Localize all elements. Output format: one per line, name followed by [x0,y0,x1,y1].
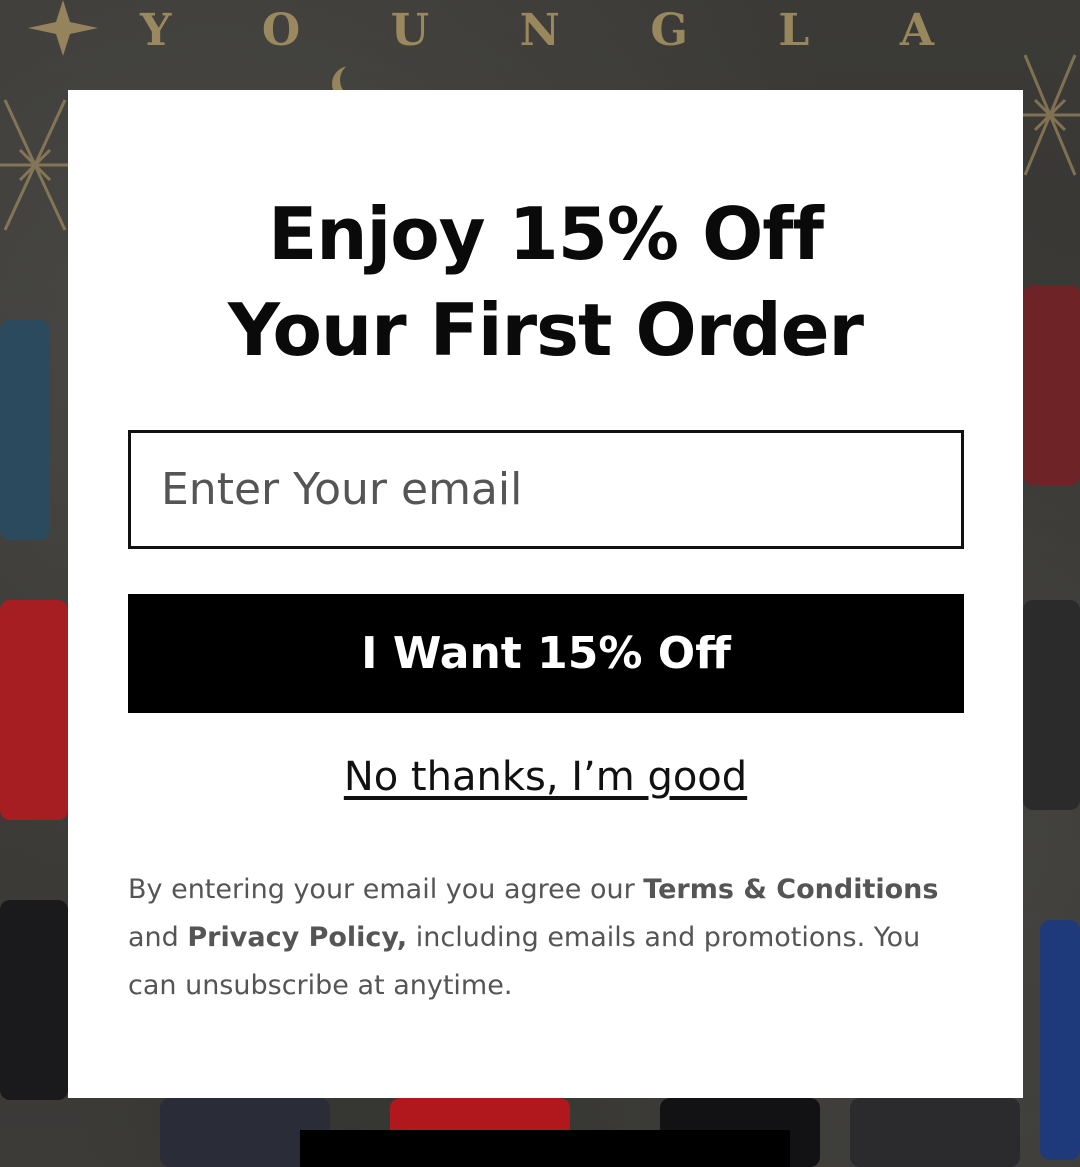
headline-line-1: Enjoy 15% Off [268,192,824,276]
brand-letter: L [778,4,816,56]
brand-letter: O [261,4,307,56]
brand-letter: U [390,4,436,56]
disclaimer-text: By entering your email you agree our [128,874,644,905]
bottom-bar [300,1130,790,1167]
decline-link[interactable]: No thanks, I’m good [68,754,1023,800]
pants-image [850,1098,1020,1167]
brand-letter: G [650,4,694,56]
disclaimer-text: and [128,922,188,953]
snowflake-icon [1020,54,1080,176]
brand-letter: A [899,4,940,56]
privacy-link[interactable]: Privacy Policy, [187,922,407,953]
hoodie-image [1023,285,1080,485]
pants-image [0,900,68,1100]
terms-link[interactable]: Terms & Conditions [643,874,938,905]
discount-popup: Enjoy 15% Off Your First Order I Want 15… [68,90,1023,1098]
brand-letter: Y [140,4,178,56]
hoodie-image [0,320,50,540]
claim-discount-button[interactable]: I Want 15% Off [128,594,964,713]
snowflake-icon [0,99,70,231]
popup-headline: Enjoy 15% Off Your First Order [68,186,1023,378]
brand-letter: N [519,4,566,56]
brand-wordmark: Y O U N G L A [0,0,1080,60]
jacket-image [1023,600,1080,810]
headline-line-2: Your First Order [227,288,864,372]
email-input[interactable] [161,433,961,546]
pants-image [1040,920,1080,1160]
consent-disclaimer: By entering your email you agree our Ter… [128,866,948,1010]
email-field[interactable] [128,430,964,549]
tshirt-image [0,600,68,820]
